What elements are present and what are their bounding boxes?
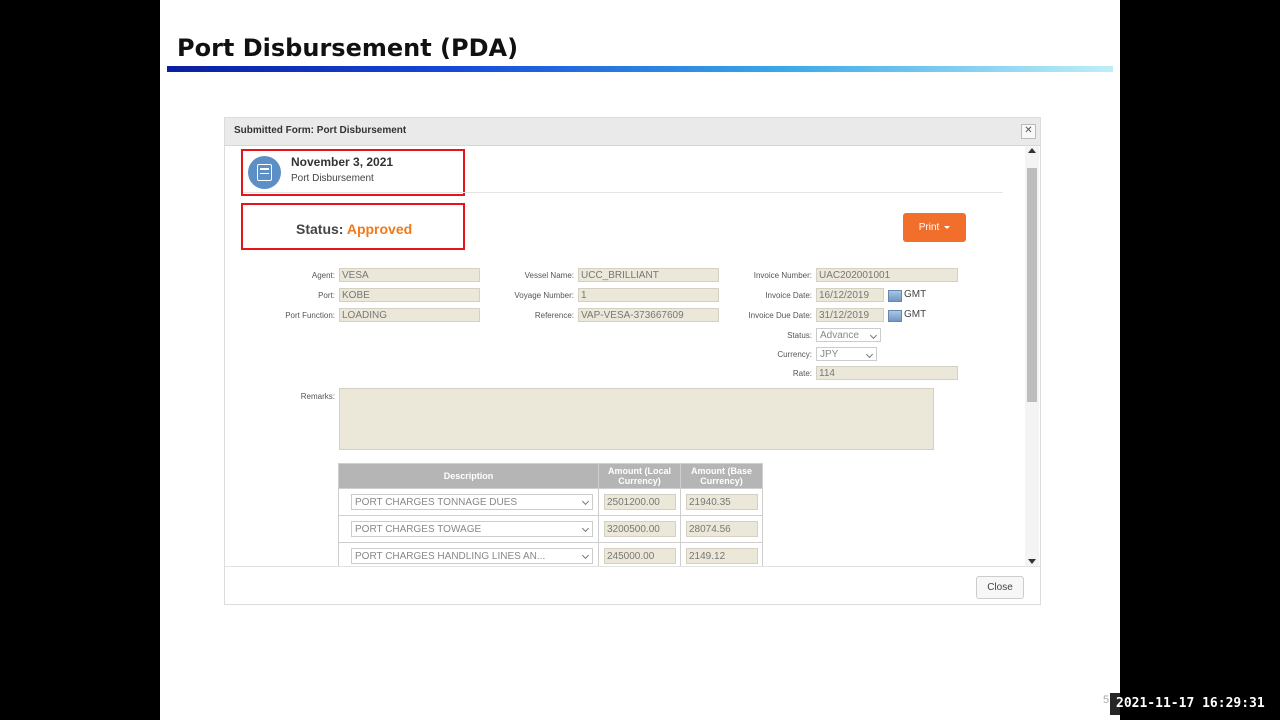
agent-field[interactable]: VESA bbox=[339, 268, 480, 282]
port-label: Port: bbox=[318, 291, 335, 300]
charges-table: Description Amount (Local Currency) Amou… bbox=[338, 463, 763, 566]
modal-body: November 3, 2021 Port Disbursement Statu… bbox=[225, 146, 1023, 566]
voyage-number-field[interactable]: 1 bbox=[578, 288, 719, 302]
invoice-number-field[interactable]: UAC202001001 bbox=[816, 268, 958, 282]
port-function-field[interactable]: LOADING bbox=[339, 308, 480, 322]
table-row: PORT CHARGES TOWAGE 3200500.00 28074.56 bbox=[338, 515, 763, 543]
status-select-value: Advance bbox=[820, 330, 859, 341]
calendar-icon[interactable] bbox=[888, 310, 902, 322]
invoice-date-timezone: GMT bbox=[904, 289, 927, 300]
description-select[interactable]: PORT CHARGES HANDLING LINES AN... bbox=[351, 548, 593, 564]
description-value: PORT CHARGES TOWAGE bbox=[355, 524, 482, 535]
local-amount-field[interactable]: 245000.00 bbox=[604, 548, 676, 564]
close-button[interactable]: Close bbox=[976, 576, 1024, 599]
description-select[interactable]: PORT CHARGES TOWAGE bbox=[351, 521, 593, 537]
status-label: Status: bbox=[296, 221, 344, 237]
modal-title: Submitted Form: Port Disbursement bbox=[234, 125, 407, 136]
base-amount-field[interactable]: 21940.35 bbox=[686, 494, 758, 510]
vessel-name-label: Vessel Name: bbox=[524, 271, 574, 280]
title-gradient-bar bbox=[167, 66, 1113, 72]
rate-label: Rate: bbox=[792, 369, 812, 378]
local-amount-field[interactable]: 2501200.00 bbox=[604, 494, 676, 510]
currency-label: Currency: bbox=[777, 350, 812, 359]
submitted-form-modal: Submitted Form: Port Disbursement ✕ Nove… bbox=[224, 117, 1041, 605]
chevron-down-icon bbox=[869, 331, 878, 340]
description-value: PORT CHARGES TONNAGE DUES bbox=[355, 497, 518, 508]
status-field-label: Status: bbox=[787, 331, 812, 340]
invoice-date-field[interactable]: 16/12/2019 bbox=[816, 288, 884, 302]
rate-field[interactable]: 114 bbox=[816, 366, 958, 380]
table-row: PORT CHARGES TONNAGE DUES 2501200.00 219… bbox=[338, 488, 763, 516]
invoice-due-date-field[interactable]: 31/12/2019 bbox=[816, 308, 884, 322]
port-function-label: Port Function: bbox=[285, 311, 335, 320]
chevron-down-icon bbox=[865, 350, 874, 359]
modal-footer: Close bbox=[225, 566, 1040, 604]
reference-field[interactable]: VAP-VESA-373667609 bbox=[578, 308, 719, 322]
description-value: PORT CHARGES HANDLING LINES AN... bbox=[355, 551, 546, 562]
chevron-down-icon bbox=[944, 225, 951, 229]
modal-header: Submitted Form: Port Disbursement ✕ bbox=[225, 118, 1040, 146]
slide-title: Port Disbursement (PDA) bbox=[177, 34, 519, 62]
presentation-slide: Port Disbursement (PDA) Submitted Form: … bbox=[160, 0, 1120, 720]
recording-timestamp: 2021-11-17 16:29:31 bbox=[1110, 693, 1274, 715]
close-icon[interactable]: ✕ bbox=[1021, 124, 1036, 139]
voyage-number-label: Voyage Number: bbox=[514, 291, 574, 300]
status-value: Approved bbox=[346, 221, 413, 237]
slide-page-number: 5 bbox=[1103, 694, 1110, 706]
chevron-down-icon bbox=[581, 524, 590, 533]
scrollbar-thumb[interactable] bbox=[1027, 168, 1037, 402]
invoice-number-label: Invoice Number: bbox=[753, 271, 812, 280]
scroll-down-arrow-icon[interactable] bbox=[1028, 559, 1036, 564]
invoice-date-label: Invoice Date: bbox=[765, 291, 812, 300]
description-select[interactable]: PORT CHARGES TONNAGE DUES bbox=[351, 494, 593, 510]
chevron-down-icon bbox=[581, 497, 590, 506]
base-amount-field[interactable]: 28074.56 bbox=[686, 521, 758, 537]
invoice-due-date-label: Invoice Due Date: bbox=[748, 311, 812, 320]
local-amount-header: Amount (Local Currency) bbox=[598, 463, 681, 489]
reference-label: Reference: bbox=[534, 311, 574, 320]
print-label: Print bbox=[918, 222, 940, 233]
vessel-name-field[interactable]: UCC_BRILLIANT bbox=[578, 268, 719, 282]
scroll-up-arrow-icon[interactable] bbox=[1028, 148, 1036, 153]
print-button[interactable]: Print bbox=[903, 213, 966, 242]
status-display: Status: Approved bbox=[296, 221, 412, 237]
form-date: November 3, 2021 bbox=[291, 155, 394, 169]
table-row: PORT CHARGES HANDLING LINES AN... 245000… bbox=[338, 542, 763, 566]
invoice-due-date-timezone: GMT bbox=[904, 309, 927, 320]
status-select[interactable]: Advance bbox=[816, 328, 881, 342]
form-type: Port Disbursement bbox=[291, 173, 374, 184]
document-icon bbox=[248, 156, 281, 189]
remarks-label: Remarks: bbox=[300, 392, 335, 401]
base-amount-header: Amount (Base Currency) bbox=[680, 463, 763, 489]
agent-label: Agent: bbox=[311, 271, 335, 280]
port-field[interactable]: KOBE bbox=[339, 288, 480, 302]
calendar-icon[interactable] bbox=[888, 290, 902, 302]
description-header: Description bbox=[338, 463, 599, 489]
base-amount-field[interactable]: 2149.12 bbox=[686, 548, 758, 564]
chevron-down-icon bbox=[581, 551, 590, 560]
local-amount-field[interactable]: 3200500.00 bbox=[604, 521, 676, 537]
header-separator bbox=[243, 192, 1003, 193]
currency-select-value: JPY bbox=[820, 349, 839, 360]
currency-select[interactable]: JPY bbox=[816, 347, 877, 361]
modal-scrollbar[interactable] bbox=[1025, 146, 1039, 566]
remarks-textarea[interactable] bbox=[339, 388, 934, 450]
